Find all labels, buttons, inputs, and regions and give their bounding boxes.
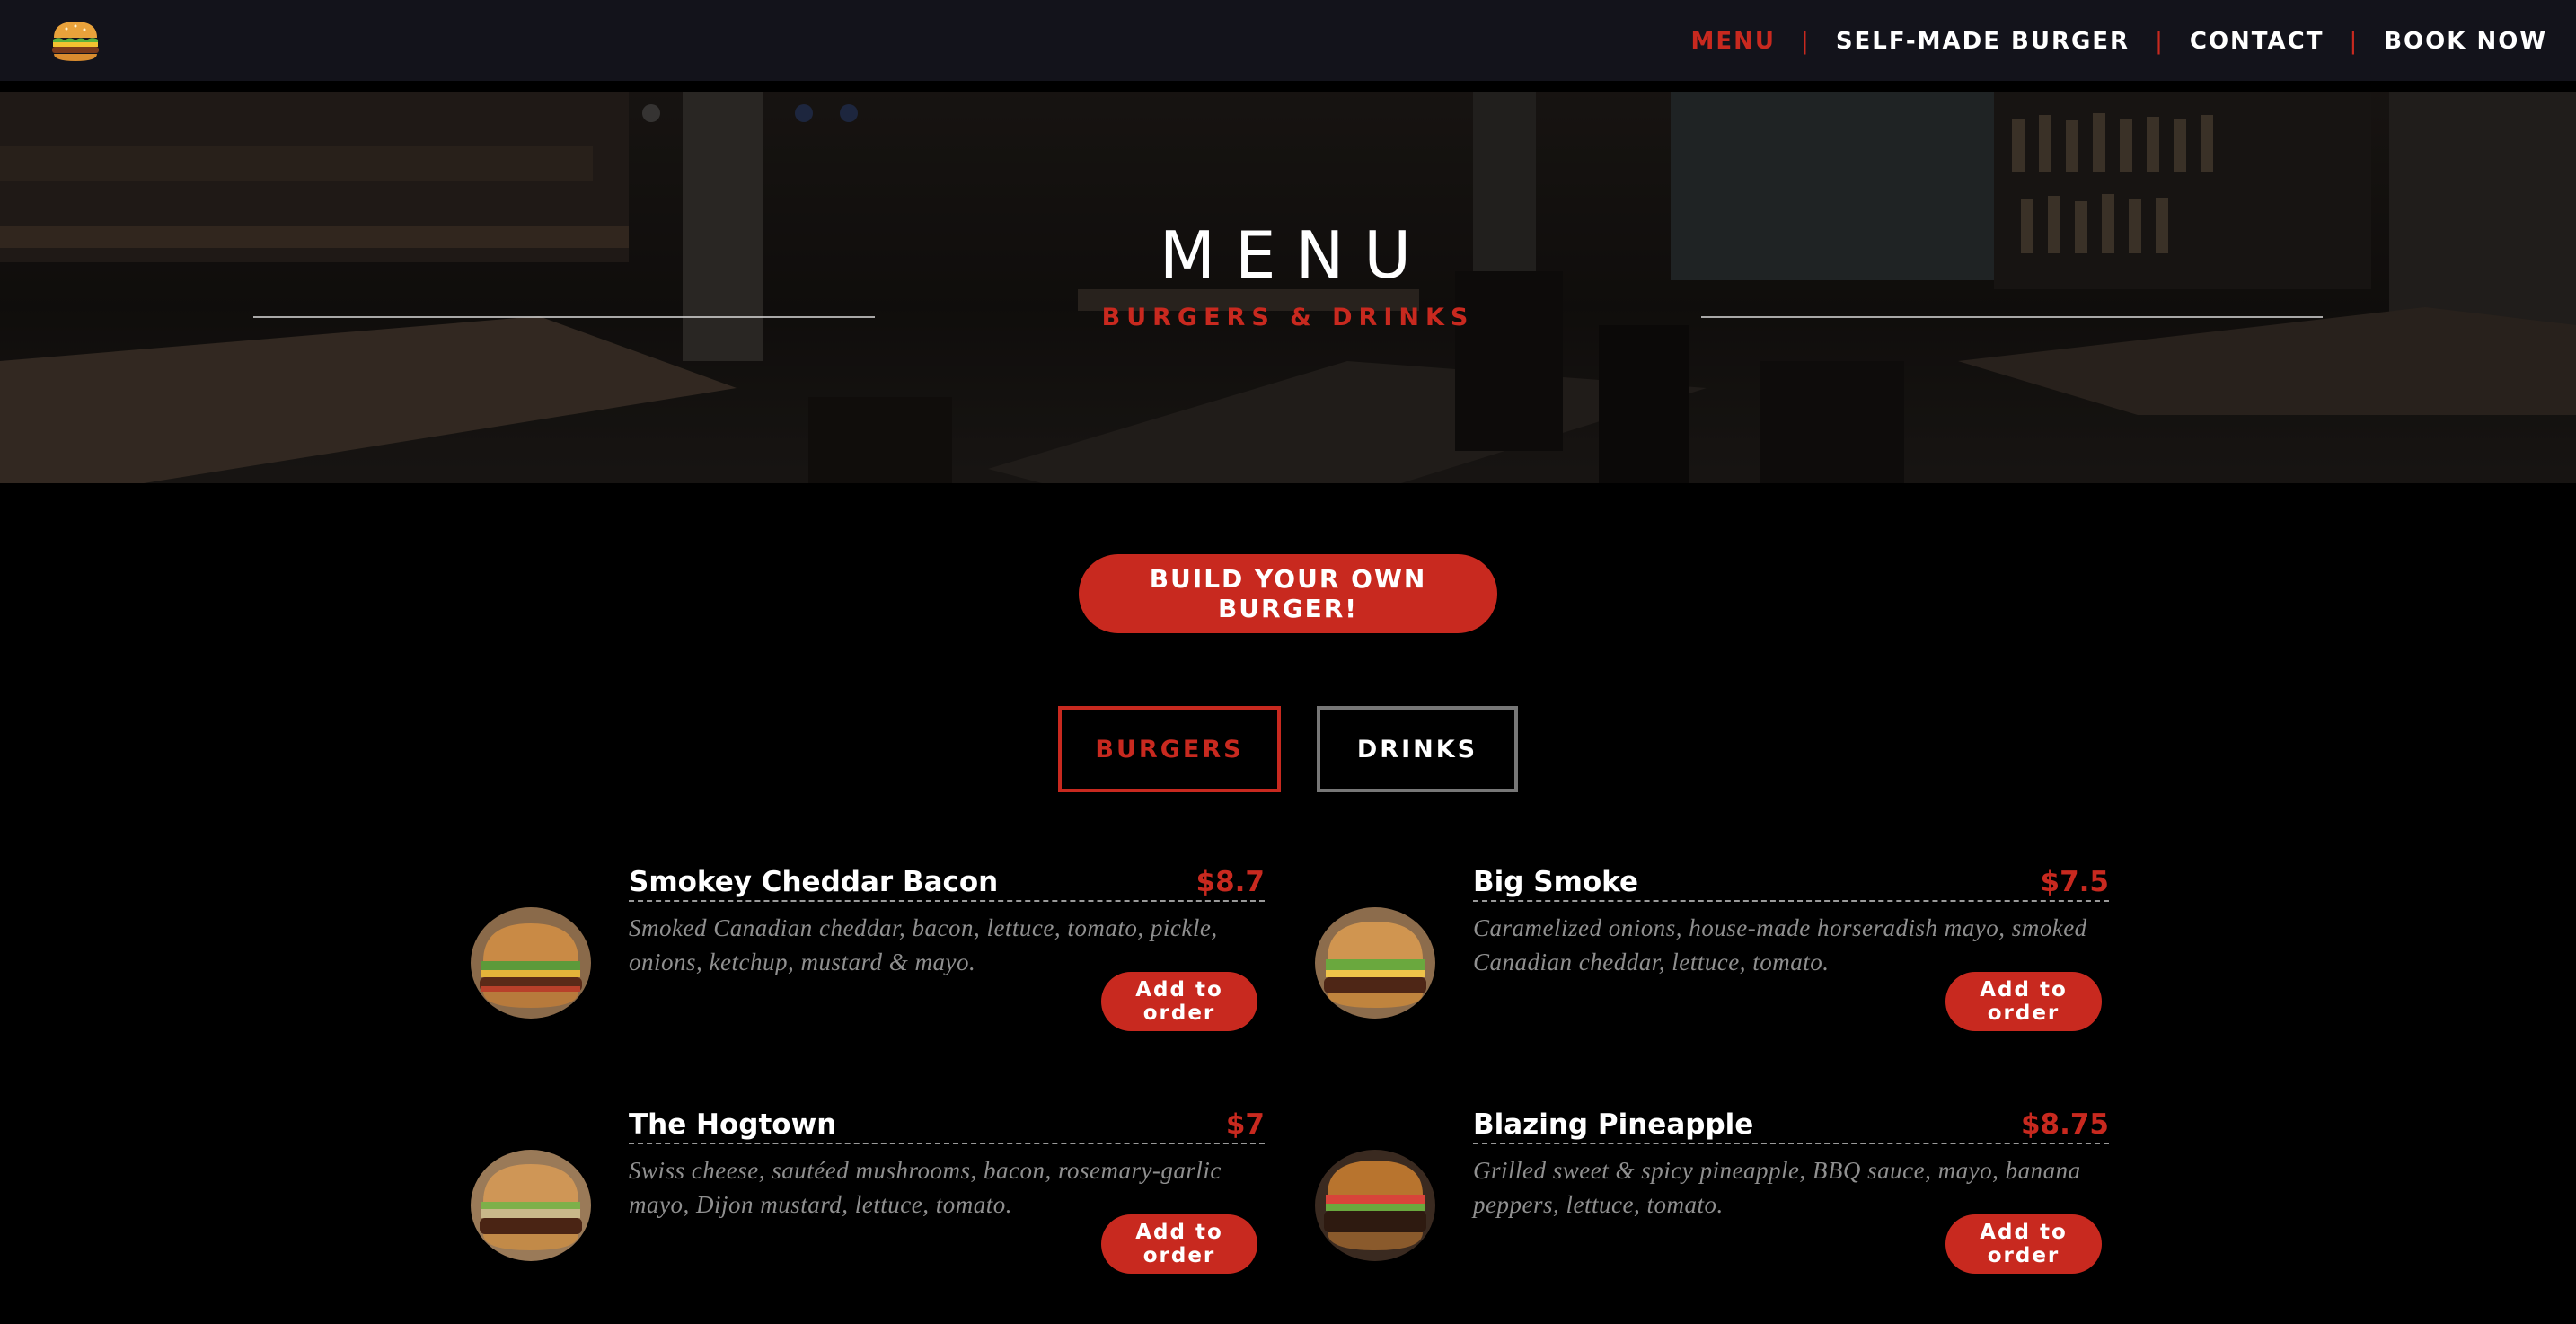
- item-description: Smoked Canadian cheddar, bacon, lettuce,…: [629, 914, 1218, 975]
- add-to-order-button[interactable]: Add to order: [1101, 972, 1257, 1031]
- item-description: Grilled sweet & spicy pineapple, BBQ sau…: [1473, 1157, 2081, 1218]
- dotted-leader: [1473, 900, 2109, 902]
- dotted-leader: [629, 900, 1265, 902]
- add-to-order-button[interactable]: Add to order: [1101, 1214, 1257, 1274]
- add-to-order-button[interactable]: Add to order: [1945, 1214, 2102, 1274]
- item-description: Swiss cheese, sautéed mushrooms, bacon, …: [629, 1157, 1222, 1218]
- page-subtitle: BURGERS & DRINKS: [1101, 304, 1475, 331]
- item-description: Caramelized onions, house-made horseradi…: [1473, 914, 2087, 975]
- menu-item: The Hogtown $7 Swiss cheese, sautéed mus…: [471, 1108, 1317, 1324]
- menu-item: Smokey Cheddar Bacon $8.7 Smoked Canadia…: [471, 866, 1317, 1081]
- menu-item: Big Smoke $7.5 Caramelized onions, house…: [1315, 866, 2161, 1081]
- nav-separator: |: [2155, 28, 2165, 55]
- burger-photo: [1315, 1150, 1435, 1261]
- item-price: $8.75: [2018, 1108, 2109, 1141]
- build-your-own-burger-button[interactable]: BUILD YOUR OWN BURGER!: [1079, 554, 1497, 633]
- tab-drinks[interactable]: DRINKS: [1317, 706, 1518, 792]
- dotted-leader: [1473, 1143, 2109, 1144]
- burger-icon[interactable]: [50, 20, 101, 63]
- main-nav: MENU | SELF-MADE BURGER | CONTACT | BOOK…: [1691, 0, 2547, 83]
- hero-banner: MENU BURGERS & DRINKS: [0, 92, 2576, 483]
- menu-item: Blazing Pineapple $8.75 Grilled sweet & …: [1315, 1108, 2161, 1324]
- nav-separator: |: [2349, 28, 2360, 55]
- nav-link-contact[interactable]: CONTACT: [2190, 28, 2325, 55]
- burger-photo: [1315, 907, 1435, 1019]
- item-name: Blazing Pineapple: [1473, 1108, 1756, 1141]
- tab-burgers[interactable]: BURGERS: [1058, 706, 1281, 792]
- nav-link-menu[interactable]: MENU: [1691, 28, 1777, 55]
- dotted-leader: [629, 1143, 1265, 1144]
- burger-photo: [471, 907, 591, 1019]
- item-price: $8.7: [1194, 866, 1265, 898]
- page-title: MENU: [1159, 217, 1432, 293]
- item-name: Smokey Cheddar Bacon: [629, 866, 1001, 898]
- item-price: $7: [1223, 1108, 1265, 1141]
- item-price: $7.5: [2038, 866, 2109, 898]
- burger-photo: [471, 1150, 591, 1261]
- item-name: The Hogtown: [629, 1108, 839, 1141]
- add-to-order-button[interactable]: Add to order: [1945, 972, 2102, 1031]
- item-name: Big Smoke: [1473, 866, 1640, 898]
- nav-link-book-now[interactable]: BOOK NOW: [2384, 28, 2547, 55]
- nav-link-self-made-burger[interactable]: SELF-MADE BURGER: [1836, 28, 2130, 55]
- top-navbar: MENU | SELF-MADE BURGER | CONTACT | BOOK…: [0, 0, 2576, 86]
- nav-separator: |: [1801, 28, 1811, 55]
